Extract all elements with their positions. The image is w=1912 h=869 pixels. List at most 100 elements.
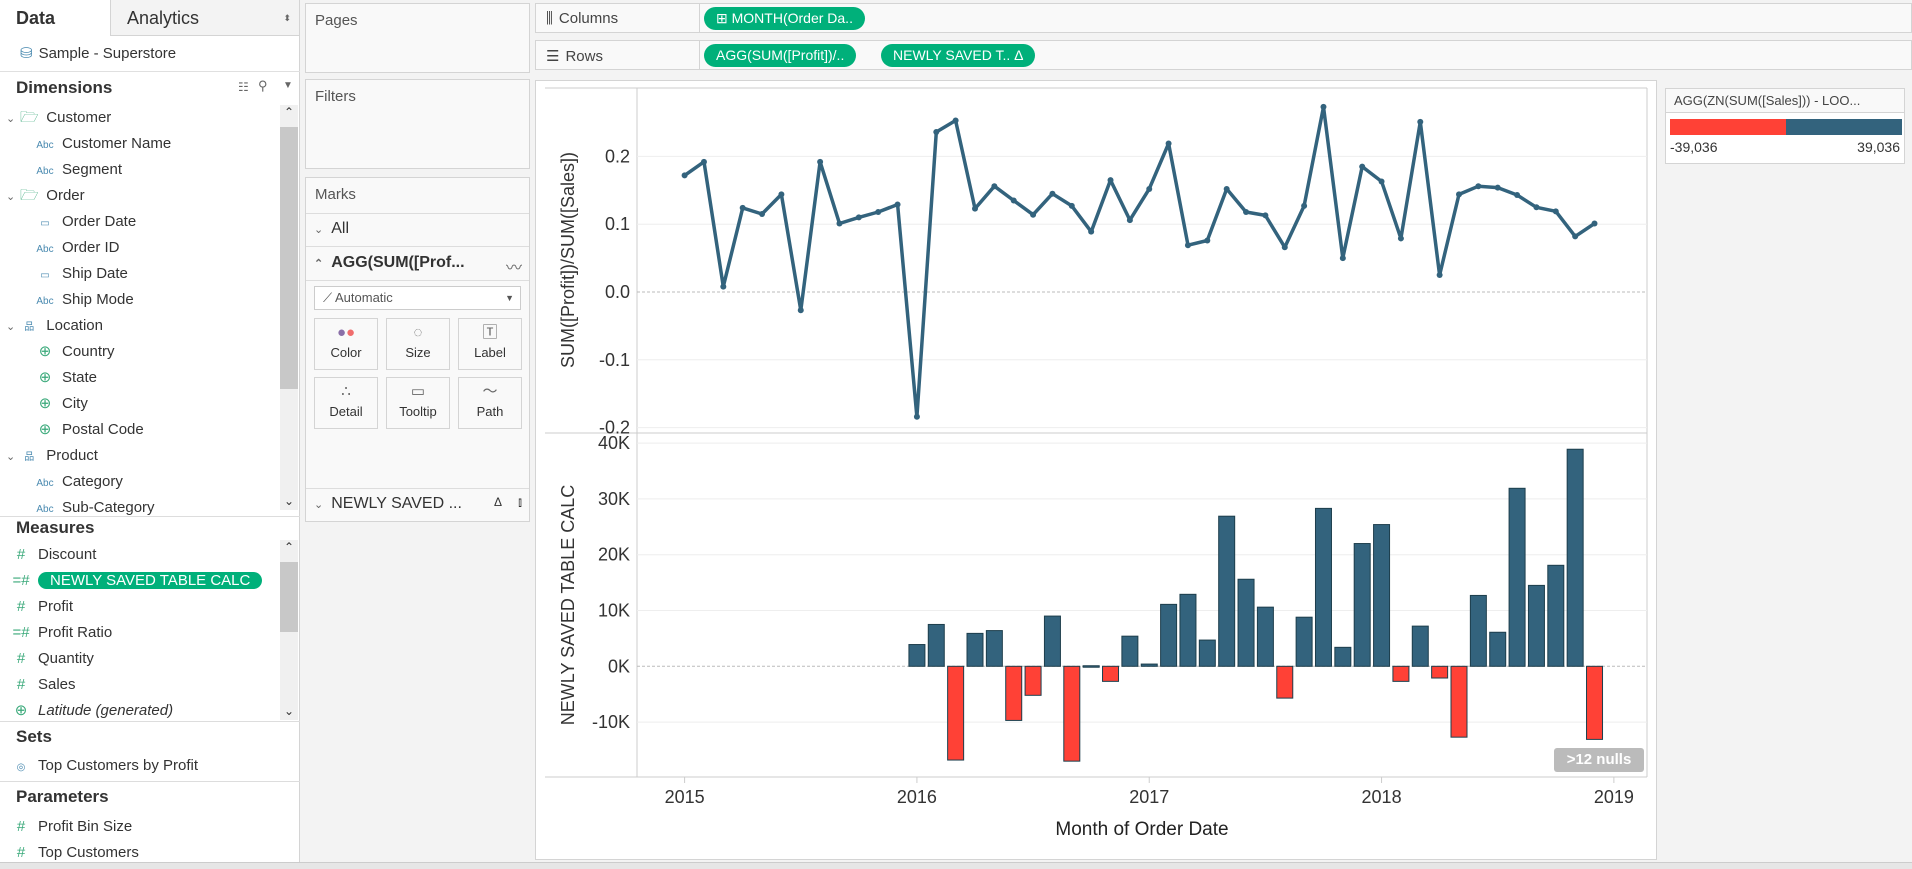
bar (1276, 665, 1294, 699)
line-point (1204, 237, 1211, 244)
x-tick-label: 2015 (665, 787, 705, 807)
y-tick-label: 20K (598, 545, 630, 565)
nulls-indicator[interactable]: >12 nulls (1554, 748, 1644, 772)
line-point (1456, 191, 1462, 198)
y-axis-title: NEWLY SAVED TABLE CALC (558, 485, 578, 725)
line-point (1165, 140, 1172, 147)
y-tick-label: -10K (592, 712, 630, 732)
bar (1527, 584, 1545, 667)
line-point (1126, 217, 1133, 224)
line-point (1397, 235, 1404, 242)
x-tick-label: 2018 (1362, 787, 1402, 807)
bar (1295, 616, 1313, 667)
line-point (1281, 244, 1288, 251)
line-point (1514, 192, 1521, 199)
sheet-tabs-bar[interactable] (0, 862, 1912, 869)
bar (1469, 594, 1487, 667)
bar (1082, 665, 1100, 668)
bar (1218, 515, 1236, 667)
line-point (1184, 242, 1191, 249)
line-point (952, 117, 959, 124)
line-point (700, 158, 707, 165)
y-axis-title: SUM([Profit])/SUM([Sales]) (558, 152, 578, 368)
y-tick-label: -0.1 (599, 350, 630, 370)
bar (1508, 487, 1526, 667)
bar (1373, 524, 1391, 667)
line-point (1378, 178, 1385, 185)
line-point (1572, 233, 1579, 240)
line-point (1030, 211, 1037, 218)
bar (1160, 603, 1178, 667)
line-point (1475, 183, 1482, 190)
bar (1411, 625, 1429, 667)
bar (1102, 665, 1120, 682)
legend-positive-ramp (1786, 119, 1902, 135)
line-point (1552, 208, 1559, 215)
line-point (681, 172, 688, 179)
line-point (1010, 197, 1017, 204)
line-point (913, 413, 920, 420)
line-point (836, 220, 843, 227)
line-point (1436, 272, 1443, 279)
y-tick-label: 30K (598, 489, 630, 509)
bar (947, 665, 965, 761)
line-point (1107, 177, 1114, 184)
bar (1140, 663, 1158, 667)
y-tick-label: 10K (598, 601, 630, 621)
x-tick-label: 2017 (1129, 787, 1169, 807)
x-axis-title: Month of Order Date (1055, 819, 1228, 840)
bar (927, 623, 945, 667)
bar (1121, 635, 1139, 667)
line-point (1591, 220, 1598, 227)
legend-min: -39,036 (1670, 139, 1718, 155)
bar (1198, 639, 1216, 667)
bar (1566, 448, 1584, 667)
line-point (1301, 202, 1308, 209)
line-point (972, 205, 978, 212)
bar (1063, 665, 1081, 762)
bar (1431, 665, 1449, 679)
bar (1489, 631, 1507, 667)
y-tick-label: 0.1 (605, 214, 630, 234)
line-point (1339, 255, 1346, 262)
line-point (1417, 118, 1424, 125)
bar (985, 630, 1003, 667)
bar (1024, 665, 1042, 696)
line-point (875, 208, 882, 215)
line-point (1146, 185, 1153, 192)
line-point (797, 307, 804, 314)
profit-ratio-line (683, 105, 1596, 419)
bar (908, 644, 926, 667)
y-tick-label: 40K (598, 433, 630, 453)
bar (966, 632, 984, 667)
x-tick-label: 2016 (897, 787, 937, 807)
line-point (1359, 163, 1366, 170)
line-point (1320, 103, 1327, 110)
legend-max: 39,036 (1857, 139, 1900, 155)
bar (1392, 665, 1410, 682)
bar (1043, 615, 1061, 667)
line-point (1223, 185, 1230, 192)
bar (1314, 507, 1332, 667)
line-point (1533, 204, 1540, 211)
line-point (1088, 228, 1095, 235)
bar (1005, 665, 1023, 721)
bar (1179, 593, 1197, 667)
y-tick-label: 0.2 (605, 146, 630, 166)
line-point (1068, 202, 1075, 209)
line-point (933, 128, 940, 135)
y-tick-label: 0K (608, 656, 630, 676)
legend-title[interactable]: AGG(ZN(SUM([Sales])) - LOO... (1665, 88, 1905, 114)
line-point (778, 191, 785, 198)
line-point (894, 201, 901, 208)
line-point (739, 204, 746, 211)
bar (1334, 646, 1352, 667)
bar (1547, 564, 1565, 667)
chart: 0.20.10.0-0.1-0.240K30K20K10K0K-10KSUM([… (545, 87, 1648, 840)
line-point (1494, 184, 1501, 191)
line-point (855, 214, 862, 221)
line-point (720, 283, 727, 290)
line-point (1243, 208, 1250, 215)
legend-negative-ramp (1670, 119, 1786, 135)
line-point (817, 158, 824, 165)
